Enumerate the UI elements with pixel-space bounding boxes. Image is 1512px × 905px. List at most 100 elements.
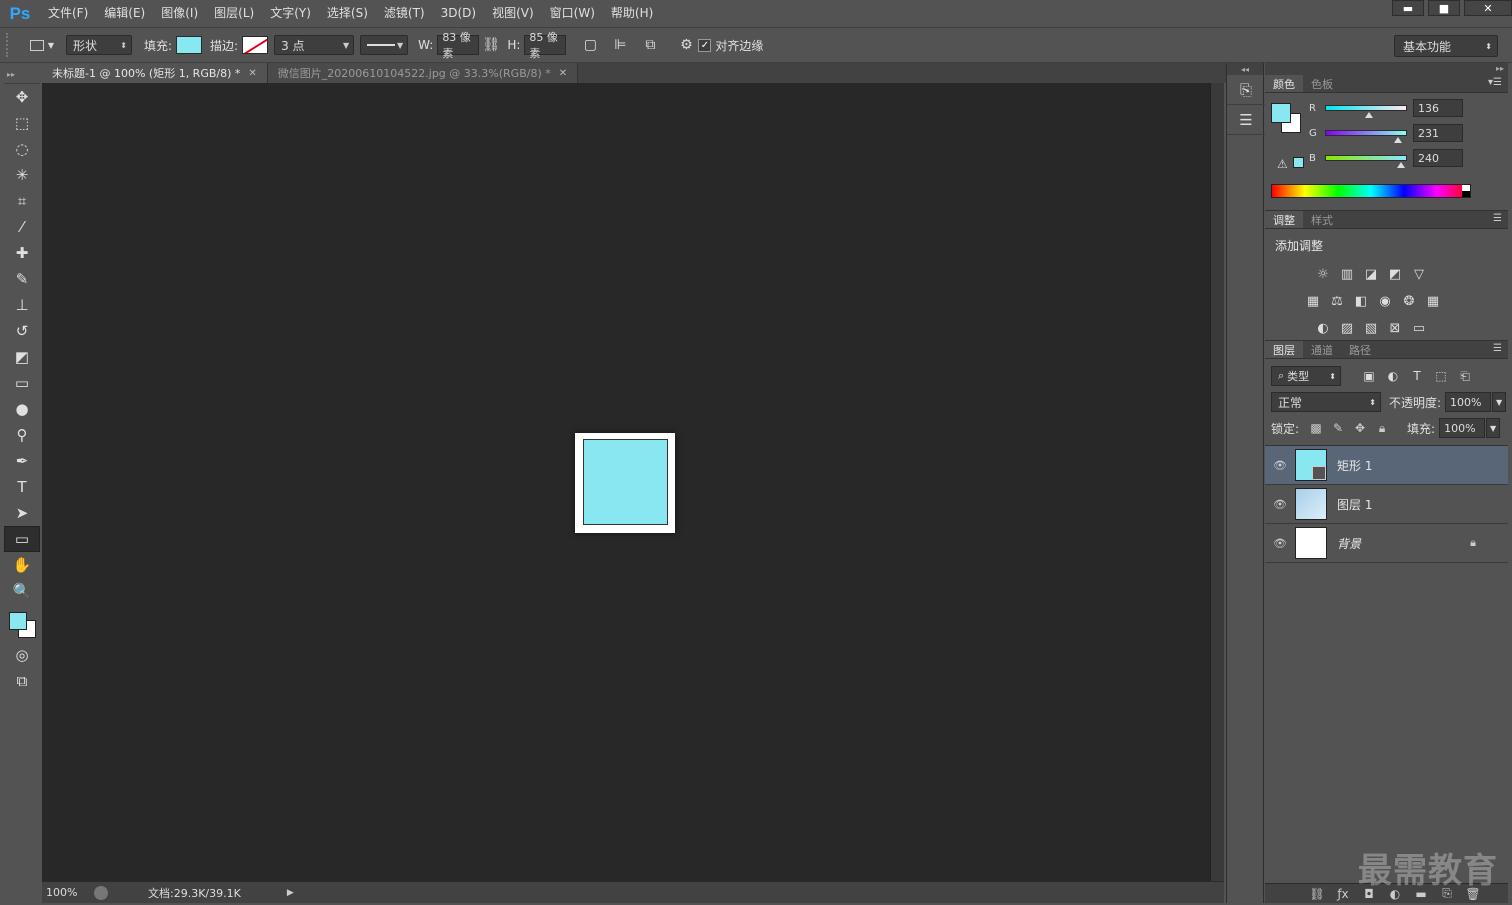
tab-layers[interactable]: 图层 bbox=[1265, 341, 1303, 358]
close-icon[interactable]: ✕ bbox=[248, 68, 256, 79]
lock-image-icon[interactable]: ✎ bbox=[1327, 421, 1349, 436]
healing-brush-tool-icon[interactable]: ✚ bbox=[4, 240, 40, 266]
height-field[interactable]: 85 像素 bbox=[524, 31, 567, 60]
type-layer-filter-icon[interactable]: T bbox=[1405, 369, 1429, 384]
vibrance-icon[interactable]: ▽ bbox=[1407, 263, 1431, 285]
type-tool-icon[interactable]: T bbox=[4, 474, 40, 500]
red-value-field[interactable]: 136 bbox=[1413, 99, 1463, 117]
eyedropper-tool-icon[interactable]: ⁄ bbox=[4, 214, 40, 240]
screen-mode-icon[interactable]: ⧉ bbox=[4, 668, 40, 694]
toolbox-collapse-icon[interactable]: ▸▸ bbox=[4, 66, 40, 84]
stroke-width-field[interactable]: 3 点 ▼ bbox=[274, 35, 355, 55]
marquee-tool-icon[interactable]: ⬚ bbox=[4, 110, 40, 136]
panel-menu-icon[interactable]: ☰ bbox=[1493, 213, 1502, 224]
pen-tool-icon[interactable]: ✒ bbox=[4, 448, 40, 474]
layer-filter-select[interactable]: ⌕ 类型 ⬍ bbox=[1271, 366, 1341, 386]
brightness-icon[interactable]: ☼ bbox=[1311, 263, 1335, 285]
green-value-field[interactable]: 231 bbox=[1413, 124, 1463, 142]
blue-slider[interactable] bbox=[1325, 155, 1407, 168]
green-slider-thumb[interactable] bbox=[1394, 137, 1403, 143]
triangle-right-icon[interactable]: ▶ bbox=[287, 888, 294, 898]
layer-thumbnail[interactable] bbox=[1295, 527, 1327, 559]
vertical-scrollbar[interactable] bbox=[1210, 83, 1224, 881]
fill-swatch[interactable] bbox=[176, 36, 203, 54]
black-white-icon[interactable]: ◧ bbox=[1349, 290, 1373, 312]
gradient-tool-icon[interactable]: ▭ bbox=[4, 370, 40, 396]
opacity-field[interactable]: 100% ▼ bbox=[1445, 392, 1507, 412]
close-icon[interactable]: ✕ bbox=[559, 68, 567, 79]
web-safe-swatch[interactable] bbox=[1293, 157, 1304, 168]
menu-select[interactable]: 选择(S) bbox=[319, 0, 376, 27]
zoom-tool-icon[interactable]: 🔍 bbox=[4, 578, 40, 604]
menu-3d[interactable]: 3D(D) bbox=[433, 0, 484, 27]
rectangle-shape[interactable] bbox=[583, 439, 668, 525]
close-button[interactable]: ✕ bbox=[1464, 0, 1512, 16]
tab-paths[interactable]: 路径 bbox=[1341, 341, 1379, 358]
rectangle-tool-icon[interactable]: ▭ bbox=[4, 526, 40, 552]
selective-color-icon[interactable]: ⊠ bbox=[1383, 317, 1407, 339]
align-edges-checkbox[interactable]: ✓ bbox=[698, 38, 712, 52]
tab-styles[interactable]: 样式 bbox=[1303, 211, 1341, 228]
shape-mode-select[interactable]: 形状 ⬍ bbox=[66, 35, 132, 55]
document-canvas[interactable] bbox=[575, 433, 675, 533]
clone-stamp-tool-icon[interactable]: ⊥ bbox=[4, 292, 40, 318]
color-lookup-icon[interactable]: ▦ bbox=[1421, 290, 1445, 312]
lock-position-icon[interactable]: ✥ bbox=[1349, 421, 1371, 436]
menu-edit[interactable]: 编辑(E) bbox=[96, 0, 153, 27]
posterize-icon[interactable]: ▨ bbox=[1335, 317, 1359, 339]
tab-adjustments[interactable]: 调整 bbox=[1265, 211, 1303, 228]
brush-tool-icon[interactable]: ✎ bbox=[4, 266, 40, 292]
workspace-select[interactable]: 基本功能 ⬍ bbox=[1394, 35, 1498, 57]
menu-file[interactable]: 文件(F) bbox=[40, 0, 96, 27]
tab-color[interactable]: 颜色 bbox=[1265, 75, 1303, 92]
maximize-button[interactable]: ■ bbox=[1428, 0, 1460, 16]
smart-object-filter-icon[interactable]: ⎗ bbox=[1453, 369, 1477, 384]
adjustment-layer-filter-icon[interactable]: ◐ bbox=[1381, 369, 1405, 384]
levels-icon[interactable]: ▥ bbox=[1335, 263, 1359, 285]
layer-style-icon[interactable]: ƒx bbox=[1330, 887, 1356, 901]
gamut-warning-icon[interactable]: ⚠ bbox=[1277, 157, 1288, 171]
panel-menu-icon[interactable]: ☰ bbox=[1493, 343, 1502, 354]
quick-mask-icon[interactable]: ◎ bbox=[4, 642, 40, 668]
menu-window[interactable]: 窗口(W) bbox=[542, 0, 603, 27]
fill-field[interactable]: 100% ▼ bbox=[1439, 418, 1501, 438]
eye-icon[interactable]: 👁︎ bbox=[1265, 459, 1295, 472]
blend-mode-select[interactable]: 正常 ⬍ bbox=[1271, 392, 1381, 412]
stroke-type-select[interactable]: ▼ bbox=[360, 35, 409, 55]
gear-icon[interactable]: ⚙ bbox=[674, 33, 698, 57]
invert-icon[interactable]: ◐ bbox=[1311, 317, 1335, 339]
curves-icon[interactable]: ◪ bbox=[1359, 263, 1383, 285]
lasso-tool-icon[interactable]: ◌ bbox=[4, 136, 40, 162]
menu-type[interactable]: 文字(Y) bbox=[262, 0, 319, 27]
channel-mixer-icon[interactable]: ❂ bbox=[1397, 290, 1421, 312]
gradient-map-icon[interactable]: ▭ bbox=[1407, 317, 1431, 339]
exposure-icon[interactable]: ◩ bbox=[1383, 263, 1407, 285]
foreground-color-swatch[interactable] bbox=[1271, 103, 1291, 123]
foreground-color-swatch[interactable] bbox=[9, 612, 27, 630]
color-balance-icon[interactable]: ⚖ bbox=[1325, 290, 1349, 312]
pixel-layer-filter-icon[interactable]: ▣ bbox=[1357, 369, 1381, 384]
expand-panels-icon[interactable]: ◂◂ bbox=[1227, 63, 1263, 75]
blue-value-field[interactable]: 240 bbox=[1413, 149, 1463, 167]
menu-image[interactable]: 图像(I) bbox=[153, 0, 206, 27]
layer-row-background[interactable]: 👁︎ 背景 🔒︎ bbox=[1265, 524, 1508, 563]
link-layers-icon[interactable]: ⛓ bbox=[1304, 887, 1330, 901]
hue-saturation-icon[interactable]: ▦ bbox=[1301, 290, 1325, 312]
menu-layer[interactable]: 图层(L) bbox=[206, 0, 262, 27]
options-grip[interactable] bbox=[6, 33, 12, 57]
path-alignment-icon[interactable]: ⊫ bbox=[608, 33, 632, 57]
magic-wand-tool-icon[interactable]: ✳ bbox=[4, 162, 40, 188]
menu-filter[interactable]: 滤镜(T) bbox=[376, 0, 433, 27]
lock-all-icon[interactable]: 🔒︎ bbox=[1371, 421, 1393, 436]
menu-help[interactable]: 帮助(H) bbox=[603, 0, 661, 27]
hand-tool-icon[interactable]: ✋ bbox=[4, 552, 40, 578]
crop-tool-icon[interactable]: ⌗ bbox=[4, 188, 40, 214]
eraser-tool-icon[interactable]: ◩ bbox=[4, 344, 40, 370]
panel-menu-icon[interactable]: ▾☰ bbox=[1488, 77, 1502, 88]
path-arrangement-icon[interactable]: ⧉ bbox=[638, 33, 662, 57]
tab-untitled-1[interactable]: 未标题-1 @ 100% (矩形 1, RGB/8) * ✕ bbox=[42, 63, 268, 83]
path-selection-tool-icon[interactable]: ➤ bbox=[4, 500, 40, 526]
tab-channels[interactable]: 通道 bbox=[1303, 341, 1341, 358]
zoom-level[interactable]: 100% bbox=[42, 886, 94, 899]
history-panel-icon[interactable]: ⎘ bbox=[1227, 75, 1265, 105]
